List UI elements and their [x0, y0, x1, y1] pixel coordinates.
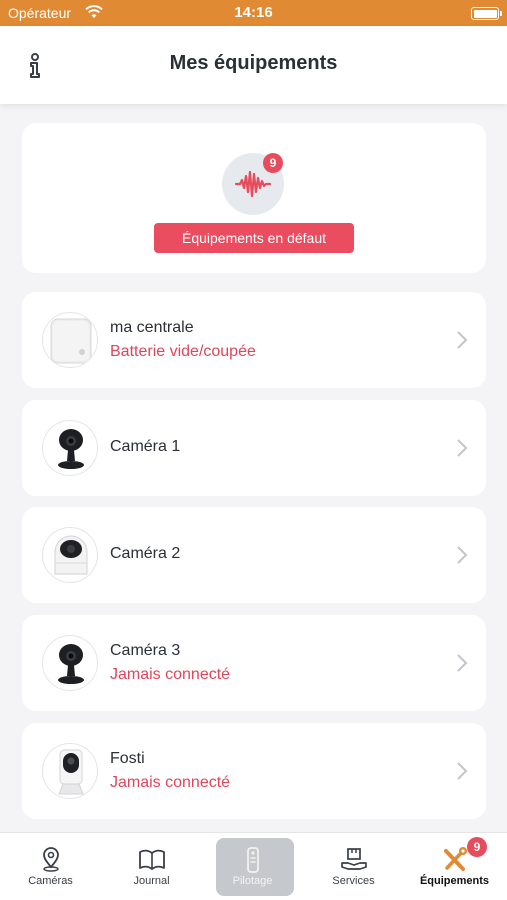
camera-thumbnail — [42, 635, 98, 691]
device-name: ma centrale — [110, 319, 194, 336]
tab-bar: Caméras Journal Pilotage Services 9 Équi… — [0, 832, 507, 900]
hand-box-icon — [340, 847, 368, 873]
device-name: Caméra 2 — [110, 545, 181, 562]
fault-summary-card: 9 Équipements en défaut — [22, 123, 486, 273]
tab-equipements[interactable]: 9 Équipements — [404, 833, 505, 900]
tools-icon — [441, 847, 469, 873]
battery-icon — [471, 7, 502, 20]
device-status: Batterie vide/coupée — [110, 343, 256, 360]
device-name: Caméra 3 — [110, 642, 181, 659]
location-pin-icon — [37, 847, 65, 873]
tab-label: Pilotage — [232, 875, 273, 887]
tab-label: Équipements — [419, 875, 490, 887]
page-title: Mes équipements — [169, 52, 338, 74]
equipments-count-badge: 9 — [467, 837, 487, 857]
tab-cameras[interactable]: Caméras — [0, 833, 101, 900]
device-card-camera-1[interactable]: Caméra 1 — [22, 400, 486, 496]
remote-icon — [239, 847, 267, 873]
tab-pilotage[interactable]: Pilotage — [202, 833, 303, 900]
chevron-right-icon — [456, 438, 468, 458]
device-card-centrale[interactable]: ma centrale Batterie vide/coupée — [22, 292, 486, 388]
header: Mes équipements — [0, 26, 507, 104]
tab-label: Caméras — [28, 875, 73, 887]
device-card-fosti[interactable]: Fosti Jamais connecté — [22, 723, 486, 819]
device-card-camera-2[interactable]: Caméra 2 — [22, 507, 486, 603]
device-status: Jamais connecté — [110, 666, 231, 683]
chevron-right-icon — [456, 653, 468, 673]
chevron-right-icon — [456, 761, 468, 781]
device-name: Fosti — [110, 750, 145, 767]
chevron-right-icon — [456, 545, 468, 565]
doorbell-camera-thumbnail — [42, 743, 98, 799]
device-name: Caméra 1 — [110, 438, 181, 455]
device-status: Jamais connecté — [110, 774, 231, 791]
faulty-devices-button[interactable]: Équipements en défaut — [154, 223, 354, 253]
tab-label: Services — [332, 875, 375, 887]
hub-thumbnail — [42, 312, 98, 368]
camera-thumbnail — [42, 420, 98, 476]
status-bar: Opérateur 14:16 — [0, 0, 507, 26]
tab-label: Journal — [133, 875, 170, 887]
device-card-camera-3[interactable]: Caméra 3 Jamais connecté — [22, 615, 486, 711]
clock: 14:16 — [234, 4, 273, 21]
tab-journal[interactable]: Journal — [101, 833, 202, 900]
dome-camera-thumbnail — [42, 527, 98, 583]
book-icon — [138, 847, 166, 873]
chevron-right-icon — [456, 330, 468, 350]
tab-services[interactable]: Services — [303, 833, 404, 900]
fault-count-badge: 9 — [263, 153, 283, 173]
